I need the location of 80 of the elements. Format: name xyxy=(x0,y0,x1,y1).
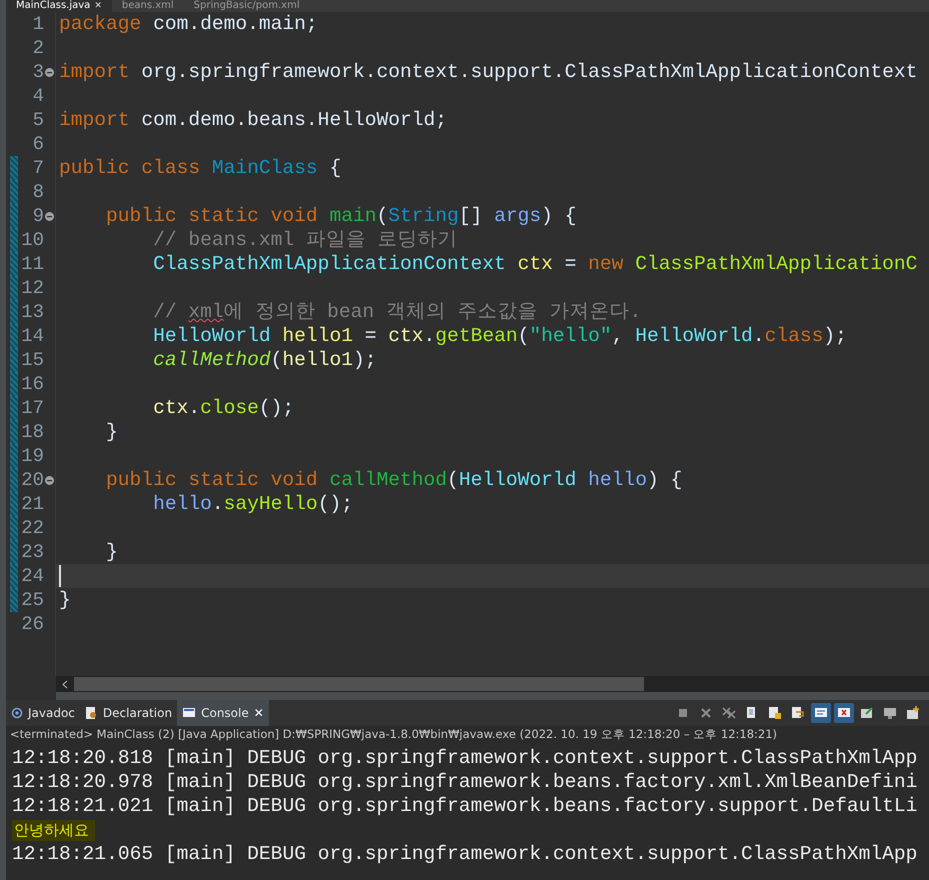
tab-label: Javadoc xyxy=(28,706,75,720)
code-line: ClassPathXmlApplicationContext ctx = new ClassPathXmlApplicationC xyxy=(152,252,918,276)
code-line: } xyxy=(59,588,71,612)
collapse-icon[interactable] xyxy=(45,476,54,485)
lock-document-icon xyxy=(768,706,782,720)
stop-icon xyxy=(676,706,690,720)
remove-icon xyxy=(699,706,713,720)
toolbar-button[interactable] xyxy=(811,703,831,723)
console-output-icon xyxy=(814,706,828,720)
line-number: 1 xyxy=(32,13,44,35)
process-status: <terminated> MainClass (2) [Java Application] D:₩SPRING₩java-1.8.0₩bin₩javaw.exe (2022. 10. 19 오후 12:18:20 – 오후 12:18:21) xyxy=(6,726,929,742)
new-console-icon xyxy=(906,706,920,720)
pin-console-icon xyxy=(860,706,874,720)
code-line: package com.demo.main; xyxy=(59,12,318,36)
log-line: 12:18:21.065 [main] DEBUG org.springframework.context.support.ClassPathXmlApp xyxy=(12,843,918,865)
code-line: } xyxy=(105,420,118,444)
line-number: 3 xyxy=(32,61,44,83)
close-icon[interactable]: ✕ xyxy=(254,706,264,720)
line-number: 26 xyxy=(20,613,44,635)
scroll-left-icon[interactable] xyxy=(62,680,68,688)
code-line: import org.springframework.context.support.ClassPathXmlApplicationContext xyxy=(59,60,918,84)
text-cursor xyxy=(59,565,61,587)
line-number: 9 xyxy=(32,205,44,227)
tab-label: Declaration xyxy=(102,706,172,720)
scrollbar-thumb[interactable] xyxy=(74,677,644,691)
line-number: 6 xyxy=(32,133,44,155)
code-line: // beans.xml 파일을 로딩하기 xyxy=(152,228,458,252)
line-number: 14 xyxy=(20,325,44,347)
line-number: 13 xyxy=(20,301,44,323)
wrap-document-icon xyxy=(791,706,805,720)
line-number: 12 xyxy=(20,277,44,299)
declaration-icon xyxy=(84,706,98,720)
monitor-icon xyxy=(883,706,897,720)
collapse-icon[interactable] xyxy=(45,212,54,221)
collapse-icon[interactable] xyxy=(45,68,54,77)
line-number: 18 xyxy=(20,421,44,443)
line-number: 25 xyxy=(20,589,44,611)
console-icon xyxy=(182,707,196,719)
editor-tab[interactable]: beans.xml xyxy=(112,0,184,12)
code-line: public static void callMethod(HelloWorld hello) { xyxy=(105,468,682,492)
program-output: 안녕하세요 xyxy=(12,820,95,840)
code-line: public static void main(String[] args) { xyxy=(105,204,576,228)
line-number: 8 xyxy=(32,181,44,203)
line-number: 7 xyxy=(32,157,44,179)
close-icon[interactable]: ✕ xyxy=(94,0,102,12)
line-number: 20 xyxy=(20,469,44,491)
log-line: 12:18:20.978 [main] DEBUG org.springframework.beans.factory.xml.XmlBeanDefini xyxy=(12,771,918,793)
line-number: 24 xyxy=(20,565,44,587)
toolbar-button[interactable] xyxy=(834,703,854,723)
line-number: 22 xyxy=(20,517,44,539)
panel-tab[interactable]: Javadoc xyxy=(6,700,80,726)
remove-all-icon xyxy=(722,706,736,720)
line-number: 17 xyxy=(20,397,44,419)
tab-label: Console xyxy=(201,706,249,720)
code-line: callMethod(hello1); xyxy=(152,348,377,372)
log-line: 12:18:20.818 [main] DEBUG org.springframework.context.support.ClassPathXmlApp xyxy=(12,747,918,769)
line-number: 5 xyxy=(32,109,44,131)
log-line: 12:18:21.021 [main] DEBUG org.springframework.beans.factory.support.DefaultLi xyxy=(12,795,918,817)
editor-tab[interactable]: MainClass.java ✕ xyxy=(6,0,112,12)
horizontal-scrollbar[interactable] xyxy=(56,676,929,700)
line-number: 4 xyxy=(32,85,44,107)
code-line: // xml에 정의한 bean 객체의 주소값을 가져온다. xyxy=(152,300,642,324)
editor-tab[interactable]: SpringBasic/pom.xml xyxy=(184,0,310,12)
code-line: ctx.close(); xyxy=(152,396,294,420)
code-line: hello.sayHello(); xyxy=(152,492,353,516)
code-line: HelloWorld hello1 = ctx.getBean("hello", HelloWorld.class); xyxy=(152,324,847,348)
line-number: 16 xyxy=(20,373,44,395)
console-error-icon xyxy=(837,706,851,720)
line-number: 10 xyxy=(20,229,44,251)
line-number: 19 xyxy=(20,445,44,467)
code-line: } xyxy=(105,540,118,564)
panel-tab[interactable]: Console ✕ xyxy=(177,700,269,726)
line-number: 11 xyxy=(20,253,44,275)
line-number: 15 xyxy=(20,349,44,371)
code-line: import com.demo.beans.HelloWorld; xyxy=(59,108,448,132)
line-number: 2 xyxy=(32,37,44,59)
line-number: 23 xyxy=(20,541,44,563)
line-number: 21 xyxy=(20,493,44,515)
code-line: public class MainClass { xyxy=(59,156,342,180)
panel-tab[interactable]: Declaration xyxy=(80,700,178,726)
